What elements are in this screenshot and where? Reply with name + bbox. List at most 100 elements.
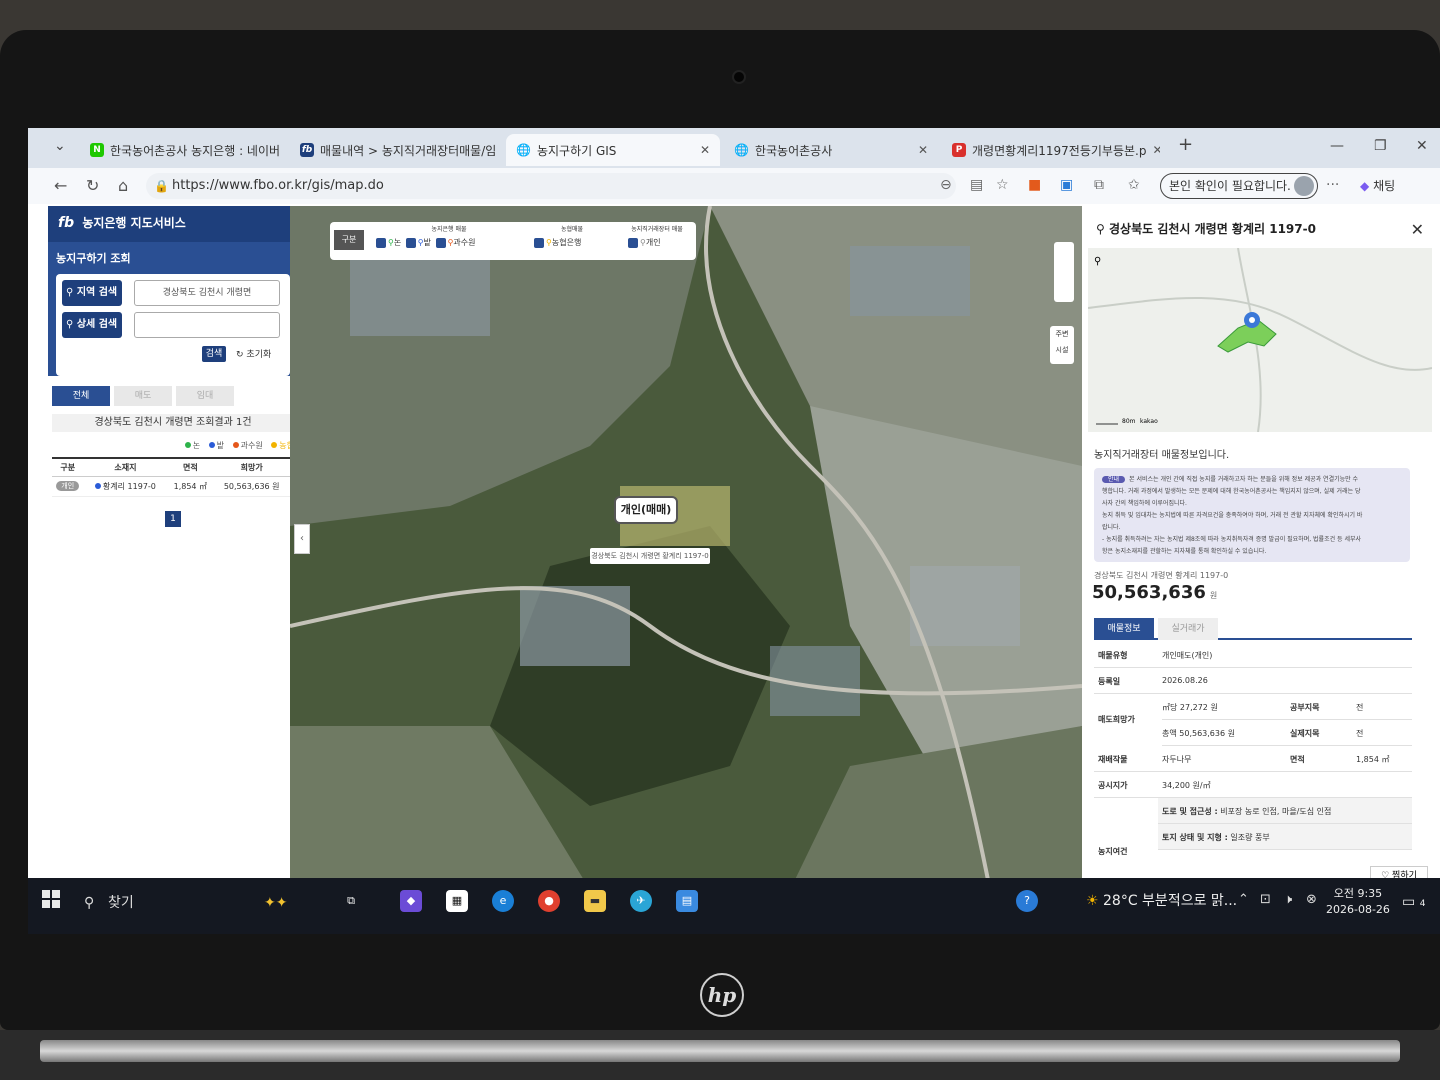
tab-sale[interactable]: 매도 [114,386,172,406]
favorites-icon[interactable]: ✩ [1128,177,1140,193]
legend-item: 과수원 [232,441,263,450]
copilot-chat-button[interactable]: ◆ 채팅 [1360,177,1395,194]
detail-tabs: 매물정보 실거래가 [1094,618,1412,640]
network-icon[interactable]: ⊡ [1260,892,1271,907]
detail-search-button[interactable]: ⚲ 상세 검색 [62,312,122,338]
notification-count: 4 [1419,899,1426,909]
search-section: 농지구하기 조회 ⚲ 지역 검색 경상북도 김천시 개령면 ⚲ 상세 검색 검색… [48,242,298,376]
tab-all[interactable]: 전체 [52,386,110,406]
table-row[interactable]: 개인 황계리 1197-0 1,854 ㎡ 50,563,636 원 [52,476,290,497]
search-button[interactable]: 검색 [202,346,226,362]
notice-badge: 안내 [1102,476,1126,483]
calculator-icon[interactable]: ▤ [676,890,698,912]
tab-real-price[interactable]: 실거래가 [1158,618,1218,640]
weather-widget[interactable]: ☀ 28°C 부분적으로 맑... [1086,890,1237,910]
windows-start-icon[interactable] [42,890,60,908]
location-minimap[interactable]: 80m kakao ⚲ [1087,247,1433,433]
collapse-panel-button[interactable]: ‹ [294,524,310,554]
taskbar-search[interactable]: ⚲ 찾기 ✦✦ [82,888,322,918]
info-row: 재배작물 자두나무 면적 1,854 ㎡ [1094,746,1412,772]
checkbox-paddy[interactable] [376,237,386,248]
left-panel: fb 농지은행 지도서비스 농지구하기 조회 ⚲ 지역 검색 경상북도 김천시 … [48,206,298,890]
region-search-button[interactable]: ⚲ 지역 검색 [62,280,122,306]
close-icon[interactable]: ✕ [1411,220,1424,239]
checkbox-orchard[interactable] [435,237,446,248]
reader-icon[interactable]: ▤ [970,177,983,193]
tab-kr-rural[interactable]: 🌐 한국농어촌공사 ✕ [724,134,938,166]
group-title: 농지은행 매물 [431,226,467,233]
reset-button[interactable]: ↻ 초기화 [236,347,271,360]
info-label: 농지여건 [1098,847,1128,856]
legend-item: 밭 [208,441,224,450]
col-header: 면적 [167,457,214,477]
detail-input[interactable] [134,312,280,338]
info-row: ㎡당 27,272 원 공부지목 전 [1162,694,1412,720]
tab-naver[interactable]: N 한국농어촌공사 농지은행 : 네이버 ✕ [80,134,286,166]
checkbox-field[interactable] [405,237,416,248]
minimize-icon[interactable]: — [1330,138,1344,154]
game-app-icon[interactable]: ▦ [446,890,468,912]
help-icon[interactable]: ? [1016,890,1038,912]
tab-pdf[interactable]: P 개령면황계리1197전등기부등본.p ✕ [942,134,1160,166]
checkbox-nh-bank[interactable] [534,237,544,248]
page-1-button[interactable]: 1 [165,510,181,527]
tab-listing[interactable]: fb 매물내역 > 농지직거래장터매물/임 [290,134,500,166]
map-tools[interactable] [1054,242,1074,302]
new-tab-button[interactable]: + [1178,134,1193,155]
tab-actions-chevron-icon[interactable]: ⌄ [54,138,66,154]
tab-gis[interactable]: 🌐 농지구하기 GIS ✕ [506,134,720,166]
extensions-puzzle-icon[interactable]: ⧉ [1094,177,1104,193]
task-view-icon[interactable]: ⧉ [340,890,362,912]
pin-icon[interactable]: ⚲ [1094,256,1101,267]
info-row: 총액 50,563,636 원 실제지목 전 [1162,720,1412,746]
checkbox-individual[interactable] [628,237,638,248]
legend-item: 논 [184,441,200,450]
pdf-icon: P [952,143,966,157]
close-icon[interactable]: ✕ [700,143,710,157]
listing-price: 50,563,636 원 [1092,582,1218,603]
fb-logo-icon: fb [300,143,314,157]
chrome-app-icon[interactable]: ● [538,890,560,912]
url-field[interactable]: 🔒 https://www.fbo.or.kr/gis/map.do [146,173,956,199]
tab-lease[interactable]: 임대 [176,386,234,406]
search-icon: ⚲ [84,895,95,911]
more-icon[interactable]: ··· [1326,177,1339,193]
listing-marker[interactable]: 개인(매매) [614,496,678,524]
tray-chevron-icon[interactable]: ⌃ [1238,892,1249,907]
profile-signin-button[interactable]: 본인 확인이 필요합니다. [1160,173,1318,199]
home-icon[interactable]: ⌂ [118,176,128,195]
avatar [1294,176,1314,196]
tab-listing-info[interactable]: 매물정보 [1094,618,1154,640]
window-close-icon[interactable]: ✕ [1416,138,1428,154]
col-header: 희망가 [213,457,290,477]
close-icon[interactable]: ✕ [1152,143,1160,157]
file-explorer-icon[interactable]: ▬ [584,890,606,912]
restore-icon[interactable]: ❐ [1374,138,1387,154]
notification-button[interactable]: ▭ 4 [1402,894,1425,910]
marker-address-label: 경상북도 김천시 개령면 황계리 1197-0 [590,548,710,564]
mute-icon[interactable]: ⊗ [1306,892,1317,907]
copilot-app-icon[interactable]: ◆ [400,890,422,912]
filter-group-direct: ⚲개인 [626,237,661,248]
edge-app-icon[interactable]: e [492,890,514,912]
weather-icon: ☀ [1086,893,1099,909]
detail-panel: ⚲ 경상북도 김천시 개령면 황계리 1197-0 ✕ 80m kakao ⚲ … [1082,206,1440,890]
refresh-icon[interactable]: ↻ [86,176,99,195]
extension-icon[interactable]: ■ [1028,177,1041,193]
map-side-menu[interactable]: 주변 시설 [1050,326,1074,364]
region-input[interactable]: 경상북도 김천시 개령면 [134,280,280,306]
address-bar: ← ↻ ⌂ 🔒 https://www.fbo.or.kr/gis/map.do… [28,168,1440,204]
zoom-icon[interactable]: ⊖ [940,177,952,193]
satellite-map[interactable]: 구분 농지은행 매물 ⚲논 ⚲밭 ⚲과수원 농협매물 ⚲농협은행 농지직거래장터… [290,206,1082,890]
filter-group-farmbank: ⚲논 ⚲밭 ⚲과수원 [374,237,476,248]
favorite-star-icon[interactable]: ☆ [996,177,1009,193]
minimap-drawing [1087,247,1433,433]
lock-icon: 🔒 [154,179,169,193]
close-icon[interactable]: ✕ [918,143,928,157]
clock[interactable]: 오전 9:35 2026-08-26 [1326,886,1390,918]
back-arrow-icon[interactable]: ← [54,176,67,195]
extension-icon-2[interactable]: ▣ [1060,177,1073,193]
volume-icon[interactable]: 🕨 [1284,892,1292,907]
section-title: 농지직거래장터 매물정보입니다. [1094,450,1230,461]
app-icon[interactable]: ✈ [630,890,652,912]
